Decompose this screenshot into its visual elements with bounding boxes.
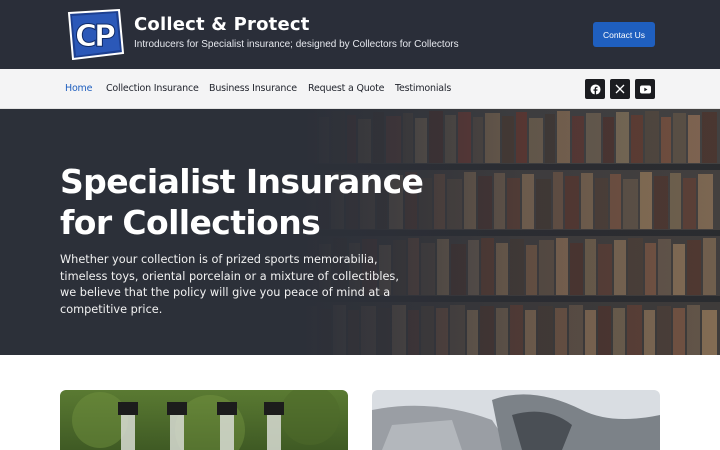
hero-description: Whether your collection is of prized spo… <box>60 253 399 316</box>
card-bottles-image[interactable] <box>60 390 348 450</box>
nav-request-a-quote[interactable]: Request a Quote <box>308 83 385 94</box>
contact-us-button[interactable]: Contact Us <box>593 22 655 47</box>
site-header: CP Collect & Protect Introducers for Spe… <box>0 0 720 69</box>
brand-tagline: Introducers for Specialist insurance; de… <box>134 39 459 50</box>
nav-testimonials[interactable]: Testimonials <box>395 83 451 94</box>
facebook-icon[interactable] <box>585 79 605 99</box>
x-icon[interactable] <box>610 79 630 99</box>
site-logo[interactable]: CP <box>63 8 125 61</box>
svg-text:CP: CP <box>75 19 115 54</box>
hero-section: Specialist Insurance for Collections Whe… <box>0 109 720 355</box>
card-building-image[interactable] <box>372 390 660 450</box>
brand-title[interactable]: Collect & Protect <box>134 14 310 35</box>
nav-home[interactable]: Home <box>65 83 92 94</box>
nav-collection-insurance[interactable]: Collection Insurance <box>106 83 199 94</box>
main-nav: Home Collection Insurance Business Insur… <box>0 69 720 109</box>
hero-title: Specialist Insurance for Collections <box>60 162 424 242</box>
nav-business-insurance[interactable]: Business Insurance <box>209 83 297 94</box>
youtube-icon[interactable] <box>635 79 655 99</box>
